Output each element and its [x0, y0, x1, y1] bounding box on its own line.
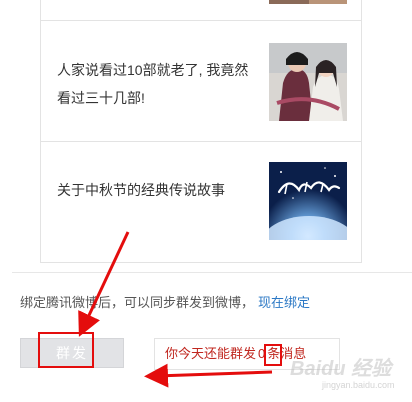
- watermark-logo: Baidu 经验: [290, 358, 392, 380]
- article-title: 人家说看过10部就老了, 我竟然看过三十几部!: [57, 62, 249, 106]
- quota-prefix: 你今天还能群发: [165, 346, 257, 361]
- list-item[interactable]: 关于中秋节的经典传说故事: [41, 141, 361, 262]
- moon-festival-image-icon: [269, 162, 347, 240]
- highlight-box: [264, 344, 282, 366]
- bind-notice-text: 绑定腾讯微博后，可以同步群发到微博，: [20, 295, 255, 310]
- list-item[interactable]: 人家说看过10部就老了, 我竟然看过三十几部!: [41, 20, 361, 142]
- highlight-box: [38, 332, 94, 368]
- article-title: 关于中秋节的经典传说故事: [57, 182, 225, 198]
- page: 人家说看过10部就老了, 我竟然看过三十几部! 关于中秋节的经典传说故事 绑定腾…: [0, 0, 412, 402]
- list-item[interactable]: [41, 0, 361, 21]
- weibo-bind-notice: 绑定腾讯微博后，可以同步群发到微博， 现在绑定: [20, 292, 310, 311]
- watermark-url: jingyan.baidu.com: [322, 380, 395, 390]
- divider: [12, 272, 412, 273]
- article-list: 人家说看过10部就老了, 我竟然看过三十几部! 关于中秋节的经典传说故事: [40, 0, 362, 263]
- drama-couple-photo-icon: [269, 43, 347, 121]
- bind-now-link[interactable]: 现在绑定: [258, 295, 310, 310]
- article-thumbnail: [269, 0, 347, 4]
- arrow-to-quota: [144, 363, 273, 388]
